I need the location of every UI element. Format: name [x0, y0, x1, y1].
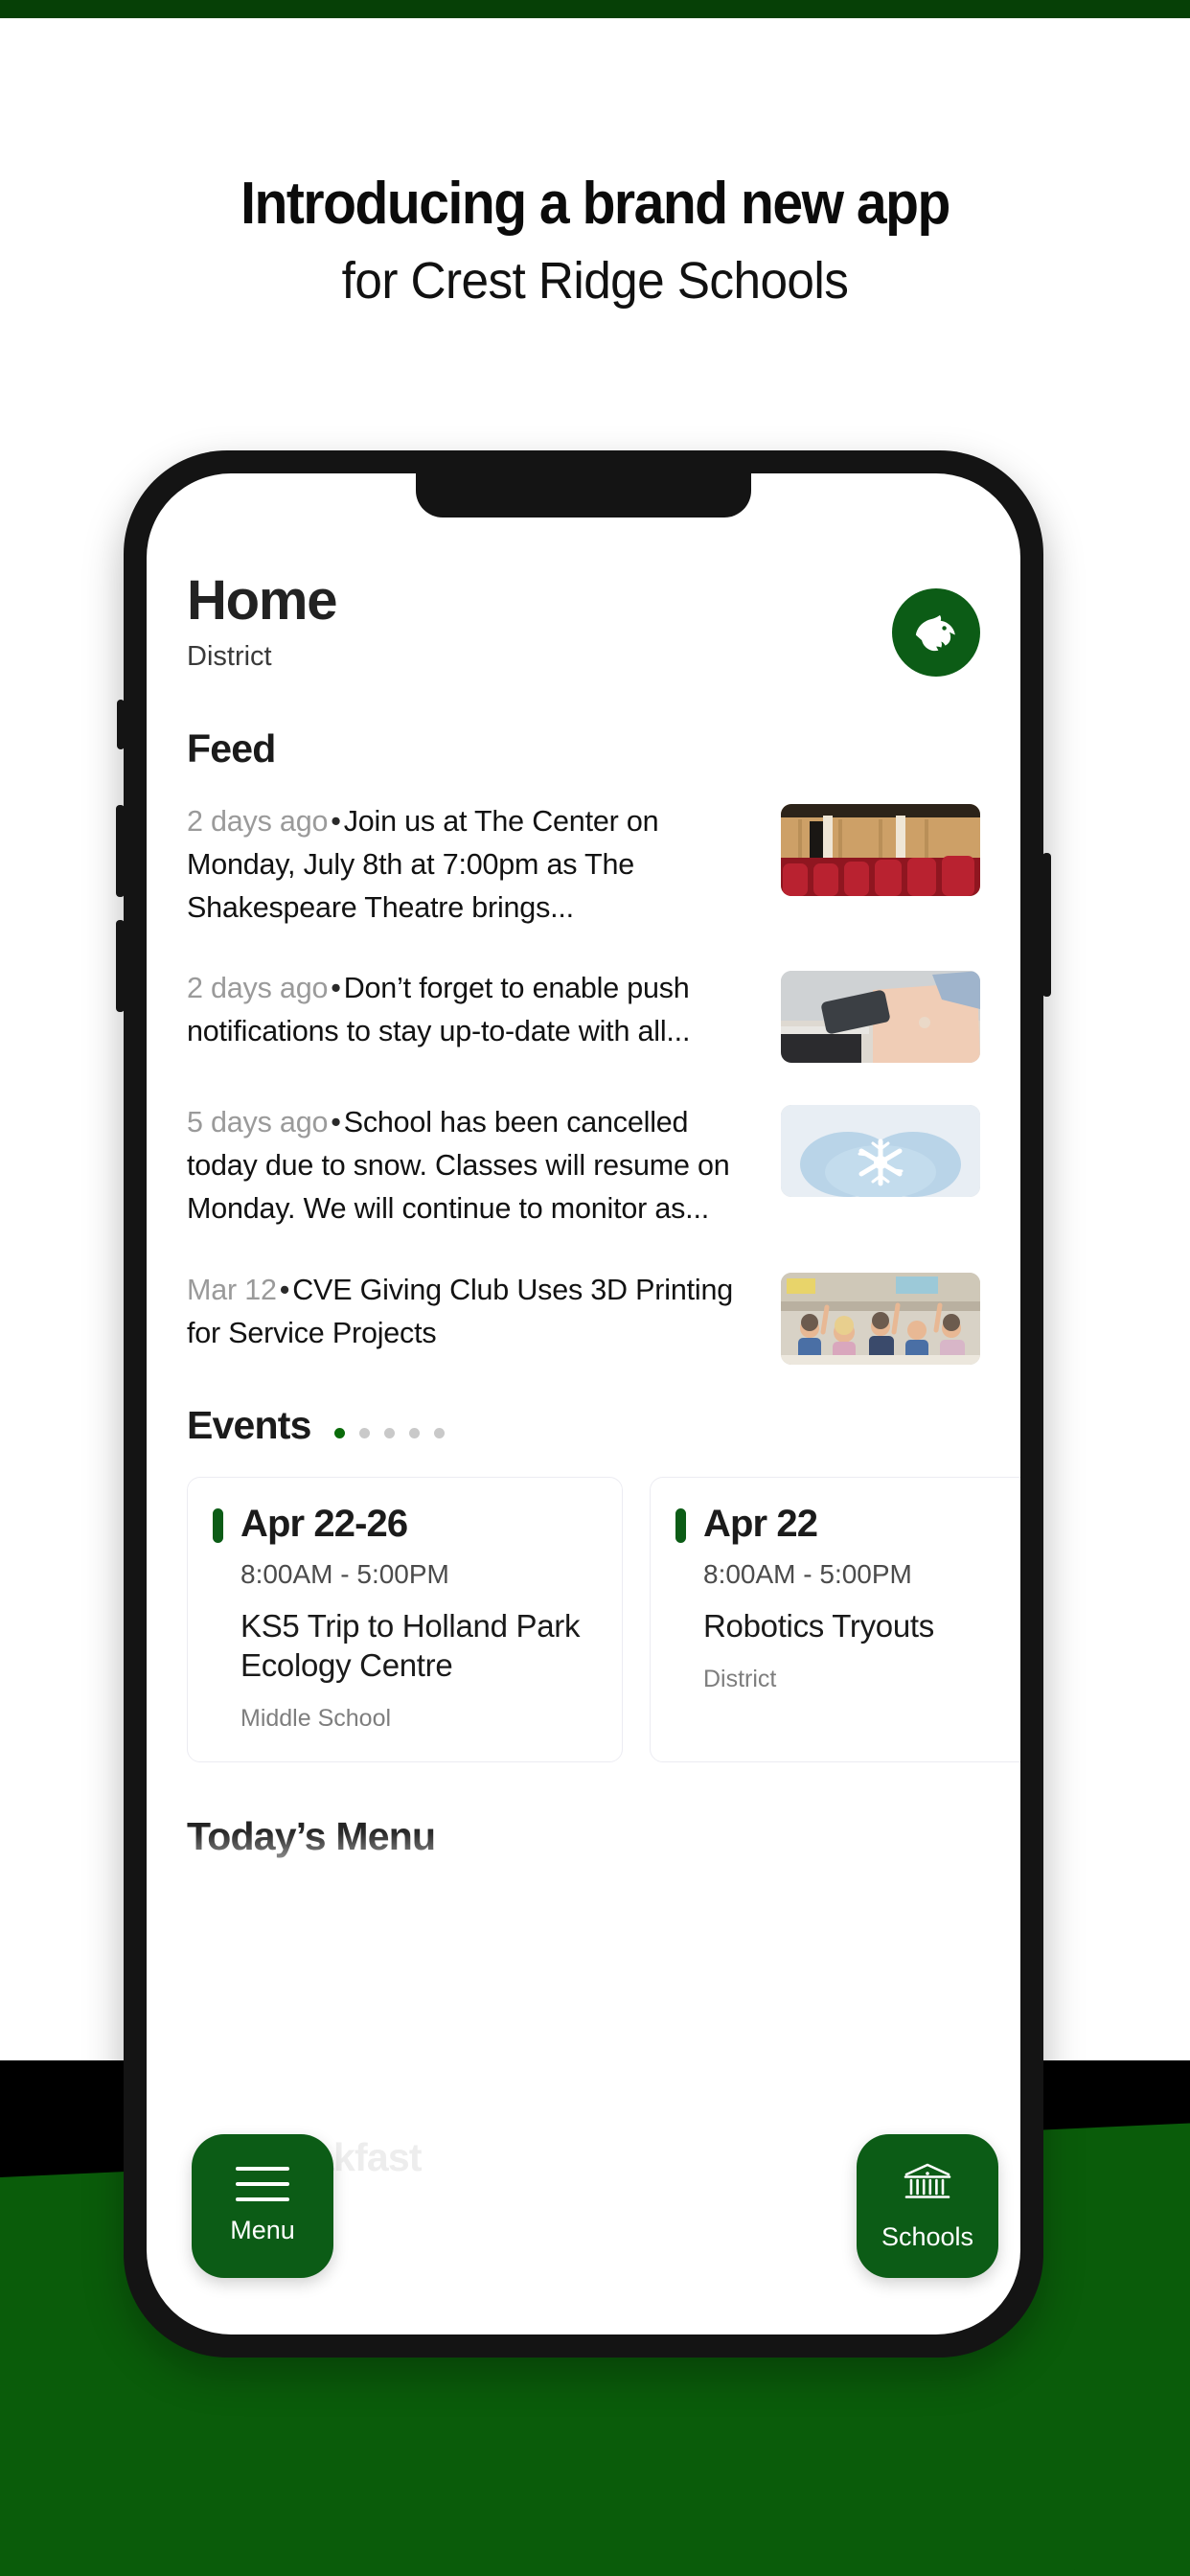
menu-fab-label: Menu — [230, 2216, 295, 2244]
event-card[interactable]: Apr 22-26 8:00AM - 5:00PM KS5 Trip to Ho… — [187, 1476, 623, 1762]
events-header: Events — [187, 1403, 980, 1448]
event-scope: Middle School — [240, 1704, 392, 1732]
event-time: 8:00AM - 5:00PM — [703, 1558, 912, 1589]
theatre-seats-photo[interactable] — [781, 804, 980, 896]
feed-item-date: 2 days ago — [187, 972, 329, 1005]
promo-block: Introducing a brand new app for Crest Ri… — [0, 172, 1190, 311]
phone-screen: Home District Feed 2 days ago•Join us at… — [147, 473, 1020, 2334]
pagination-dot[interactable] — [358, 1427, 370, 1438]
event-date-row: Apr 22-26 — [213, 1503, 597, 1546]
feed-item-text: 5 days ago•School has been cancelled tod… — [187, 1101, 760, 1230]
event-card[interactable]: Apr 22 8:00AM - 5:00PM Robotics Tryouts … — [650, 1476, 1020, 1762]
panther-head-logo-icon[interactable] — [892, 588, 980, 677]
feed-item-separator: • — [331, 972, 341, 1005]
feed-item-text: 2 days ago•Join us at The Center on Mond… — [187, 800, 760, 929]
event-name: Robotics Tryouts — [703, 1607, 934, 1644]
feed-item-text: 2 days ago•Don’t forget to enable push n… — [187, 967, 760, 1053]
phone-volume-up-button — [116, 805, 125, 897]
page-title: Home — [187, 569, 338, 632]
promo-headline: Introducing a brand new app — [240, 171, 950, 237]
feed-item-separator: • — [279, 1273, 290, 1306]
event-date-row: Apr 22 — [675, 1503, 1020, 1546]
feed-item-date: 5 days ago — [187, 1106, 329, 1139]
classroom-kids-photo[interactable] — [781, 1272, 980, 1365]
event-accent-bar — [675, 1507, 686, 1543]
promo-subhead: for Crest Ridge Schools — [341, 251, 849, 310]
hamburger-icon — [236, 2167, 289, 2201]
page-heading-group: Home District — [187, 569, 338, 673]
pagination-dot[interactable] — [433, 1427, 445, 1438]
events-pagination[interactable] — [333, 1413, 445, 1438]
event-date: Apr 22-26 — [240, 1502, 408, 1545]
feed-item-separator: • — [331, 1106, 341, 1139]
event-time: 8:00AM - 5:00PM — [240, 1558, 449, 1589]
todays-menu-title: Today’s Menu — [187, 1814, 980, 1859]
app-content: Home District Feed 2 days ago•Join us at… — [147, 473, 1020, 2334]
list-item[interactable]: 2 days ago•Don’t forget to enable push n… — [187, 967, 980, 1064]
feed-item-date: 2 days ago — [187, 805, 329, 838]
feed-list: 2 days ago•Join us at The Center on Mond… — [187, 800, 980, 1365]
mittens-snowflake-photo[interactable] — [781, 1105, 980, 1198]
feed-section-title: Feed — [187, 726, 276, 770]
feed-item-date: Mar 12 — [187, 1273, 277, 1306]
school-building-icon — [901, 2161, 954, 2208]
event-accent-bar — [213, 1507, 223, 1543]
page-subtitle: District — [187, 641, 272, 672]
feed-item-separator: • — [331, 805, 341, 838]
menu-fab-button[interactable]: Menu — [192, 2134, 333, 2278]
pagination-dot-active[interactable] — [333, 1427, 345, 1438]
phone-volume-down-button — [116, 920, 125, 1012]
pagination-dot[interactable] — [383, 1427, 395, 1438]
list-item[interactable]: 2 days ago•Join us at The Center on Mond… — [187, 800, 980, 929]
schools-fab-label: Schools — [881, 2221, 974, 2251]
schools-fab-button[interactable]: Schools — [857, 2134, 998, 2278]
list-item[interactable]: 5 days ago•School has been cancelled tod… — [187, 1101, 980, 1230]
event-name: KS5 Trip to Holland Park Ecology Centre — [240, 1607, 581, 1683]
list-item[interactable]: Mar 12•CVE Giving Club Uses 3D Printing … — [187, 1269, 980, 1365]
events-carousel[interactable]: Apr 22-26 8:00AM - 5:00PM KS5 Trip to Ho… — [187, 1476, 1020, 1762]
hands-phone-photo[interactable] — [781, 971, 980, 1064]
phone-mute-switch — [117, 700, 125, 749]
event-scope: District — [703, 1665, 777, 1692]
phone-power-button — [1042, 853, 1051, 997]
pagination-dot[interactable] — [408, 1427, 420, 1438]
feed-item-text: Mar 12•CVE Giving Club Uses 3D Printing … — [187, 1269, 760, 1355]
phone-mockup: Home District Feed 2 days ago•Join us at… — [116, 450, 1051, 2358]
top-accent-strip — [0, 0, 1190, 18]
event-date: Apr 22 — [703, 1502, 818, 1545]
events-section-title: Events — [187, 1402, 311, 1447]
phone-notch — [416, 473, 751, 518]
